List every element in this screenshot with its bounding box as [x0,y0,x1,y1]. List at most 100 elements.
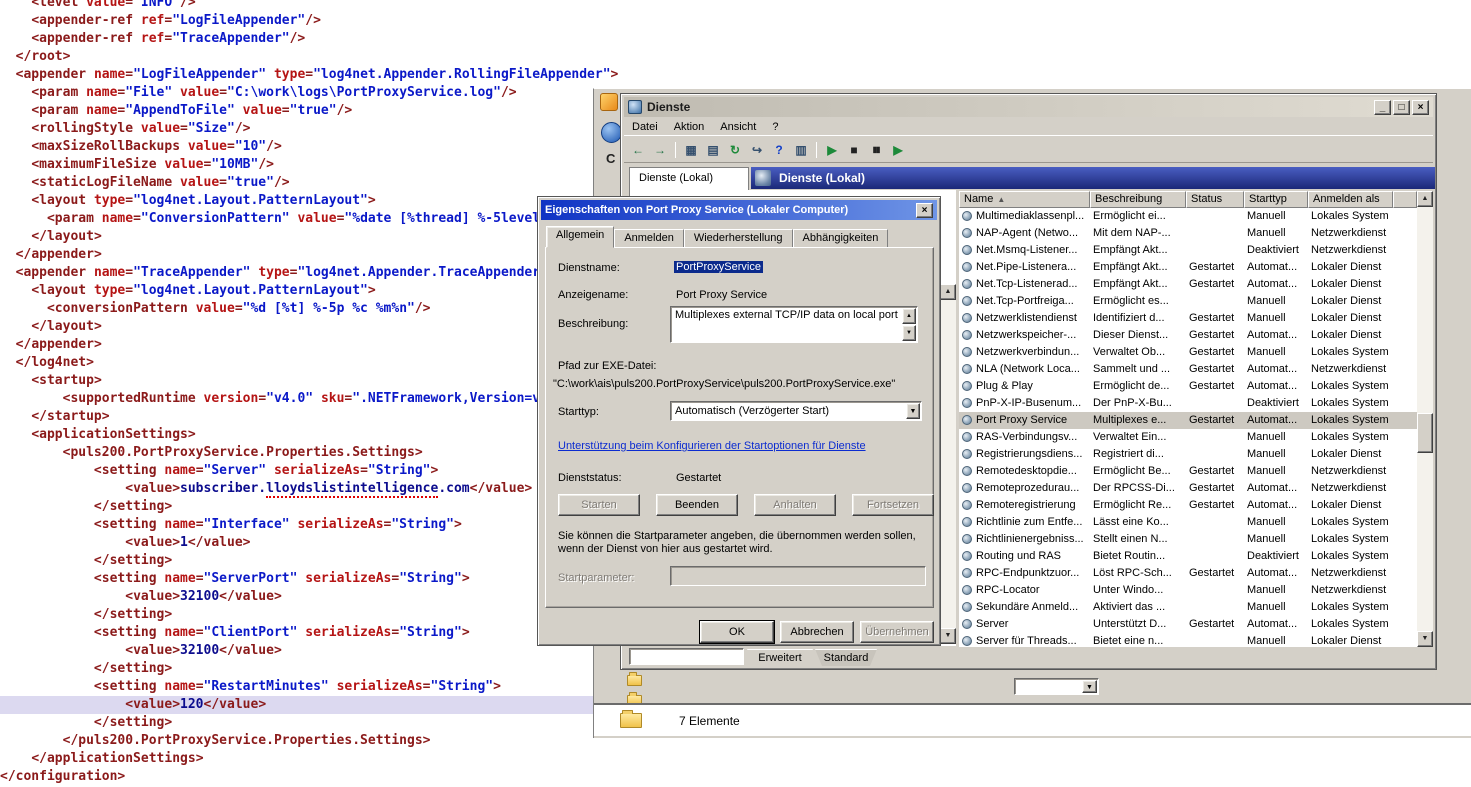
tab-erweitert[interactable]: Erweitert [747,649,813,666]
tab-allgemein[interactable]: Allgemein [546,226,614,248]
service-gear-icon [962,483,972,493]
service-row[interactable]: Net.Tcp-Listenerad...Empfängt Akt...Gest… [959,276,1417,293]
menu-ansicht[interactable]: Ansicht [712,121,764,133]
close-icon[interactable]: × [1412,100,1429,115]
folder-icon[interactable] [627,675,642,686]
tab-anmelden[interactable]: Anmelden [614,229,684,248]
abbrechen-button[interactable]: Abbrechen [780,621,854,643]
beenden-button[interactable]: Beenden [656,494,738,516]
service-row[interactable]: Netzwerkspeicher-...Dieser Dienst...Gest… [959,327,1417,344]
column-header-name[interactable]: Name▲ [959,191,1090,208]
dialog-titlebar[interactable]: Eigenschaften von Port Proxy Service (Lo… [541,200,937,220]
export-list-icon[interactable]: ▤ [703,140,723,160]
service-row[interactable]: Server für Threads...Bietet eine n...Man… [959,633,1417,647]
dropdown-arrow-icon[interactable]: ▼ [906,403,920,419]
fortsetzen-button[interactable]: Fortsetzen [852,494,934,516]
services-list-scrollbar[interactable]: ▲ ▼ [1417,191,1433,647]
code-editor[interactable]: <level value="INFO"/> <appender-ref ref=… [0,0,596,786]
service-row[interactable]: PnP-X-IP-Busenum...Der PnP-X-Bu...Deakti… [959,395,1417,412]
dienstname-value[interactable]: PortProxyService [674,261,763,273]
services-window-titlebar[interactable]: Dienste _ □ × [624,97,1433,117]
restart-service-icon[interactable]: ▶ [888,140,908,160]
service-row[interactable]: Net.Pipe-Listenera...Empfängt Akt...Gest… [959,259,1417,276]
service-row[interactable]: Richtlinienergebniss...Stellt einen N...… [959,531,1417,548]
starten-button[interactable]: Starten [558,494,640,516]
nav-circle-icon[interactable] [601,122,622,143]
menu-hilfe[interactable]: ? [764,121,786,133]
column-header-status[interactable]: Status [1186,191,1244,208]
service-row[interactable]: Multimediaklassenpl...Ermöglicht ei...Ma… [959,208,1417,225]
scroll-down-icon[interactable]: ▼ [940,628,956,644]
service-row[interactable]: Net.Msmq-Listener...Empfängt Akt...Deakt… [959,242,1417,259]
tab-wiederherstellung[interactable]: Wiederherstellung [684,229,793,248]
service-row[interactable]: Sekundäre Anmeld...Aktiviert das ...Manu… [959,599,1417,616]
dropdown-arrow-icon[interactable]: ▼ [1082,680,1097,693]
service-row[interactable]: Net.Tcp-Portfreiga...Ermöglicht es...Man… [959,293,1417,310]
startparameter-input[interactable] [670,566,926,586]
startoptionen-help-link[interactable]: Unterstützung beim Konfigurieren der Sta… [558,440,866,452]
start-service-icon[interactable]: ▶ [822,140,842,160]
service-row[interactable]: Routing und RASBietet Routin...Deaktivie… [959,548,1417,565]
service-row[interactable]: ServerUnterstützt D...GestartetAutomat..… [959,616,1417,633]
service-row[interactable]: Port Proxy ServiceMultiplexes e...Gestar… [959,412,1417,429]
code-line: </setting> [0,660,596,678]
pause-service-icon[interactable]: ▮▮ [866,140,886,160]
menu-datei[interactable]: Datei [624,121,666,133]
extended-pane-scrollbar[interactable]: ▲ ▼ [940,284,956,644]
code-line: <rollingStyle value="Size"/> [0,120,596,138]
show-console-tree-icon[interactable]: ▦ [681,140,701,160]
forward-icon[interactable]: → [650,140,670,160]
anhalten-button[interactable]: Anhalten [754,494,836,516]
service-row[interactable]: RemoteregistrierungErmöglicht Re...Gesta… [959,497,1417,514]
help-icon[interactable]: ? [769,140,789,160]
service-status-cell: Gestartet [1186,463,1244,480]
scroll-up-icon[interactable]: ▲ [1417,191,1433,207]
services-table-header: Name▲ Beschreibung Status Starttyp Anmel… [959,191,1417,208]
service-logon-cell: Lokales System [1308,412,1393,429]
column-header-beschreibung[interactable]: Beschreibung [1090,191,1186,208]
console-tree-tab[interactable]: Dienste (Lokal) [629,167,749,190]
column-header-anmelden[interactable]: Anmelden als [1308,191,1393,208]
properties-icon[interactable]: ▥ [791,140,811,160]
background-combobox[interactable]: ▼ [1014,678,1099,695]
ok-button[interactable]: OK [700,621,774,643]
service-startup-cell: Automat... [1244,497,1308,514]
service-row[interactable]: Remotedesktopdie...Ermöglicht Be...Gesta… [959,463,1417,480]
service-row[interactable]: RPC-Endpunktzuor...Löst RPC-Sch...Gestar… [959,565,1417,582]
service-row[interactable]: RPC-LocatorUnter Windo...ManuellNetzwerk… [959,582,1417,599]
service-row[interactable]: Remoteprozedurau...Der RPCSS-Di...Gestar… [959,480,1417,497]
service-row[interactable]: Plug & PlayErmöglicht de...GestartetAuto… [959,378,1417,395]
service-name-cell: RAS-Verbindungsv... [959,429,1090,446]
minimize-icon[interactable]: _ [1374,100,1391,115]
code-line: <supportedRuntime version="v4.0" sku=".N… [0,390,596,408]
scroll-down-icon[interactable]: ▼ [902,325,916,341]
close-icon[interactable]: × [916,203,933,218]
export-icon[interactable]: ↪ [747,140,767,160]
back-icon[interactable]: ← [628,140,648,160]
tab-abhaengigkeiten[interactable]: Abhängigkeiten [793,229,889,248]
service-row[interactable]: NetzwerklistendienstIdentifiziert d...Ge… [959,310,1417,327]
service-logon-cell: Lokales System [1308,378,1393,395]
scroll-down-icon[interactable]: ▼ [1417,631,1433,647]
service-row[interactable]: NAP-Agent (Netwo...Mit dem NAP-...Manuel… [959,225,1417,242]
maximize-icon[interactable]: □ [1393,100,1410,115]
tab-standard[interactable]: Standard [815,649,877,666]
service-row[interactable]: Netzwerkverbindun...Verwaltet Ob...Gesta… [959,344,1417,361]
service-row[interactable]: RAS-Verbindungsv...Verwaltet Ein...Manue… [959,429,1417,446]
startparameter-label: Startparameter: [558,572,634,584]
code-line: </setting> [0,606,596,624]
scroll-up-icon[interactable]: ▲ [902,308,916,324]
scroll-up-icon[interactable]: ▲ [940,284,956,300]
starttyp-combobox[interactable]: Automatisch (Verzögerter Start) ▼ [670,401,922,421]
column-header-starttyp[interactable]: Starttyp [1244,191,1308,208]
refresh-icon[interactable]: ↻ [725,140,745,160]
beschreibung-field[interactable]: Multiplexes external TCP/IP data on loca… [670,306,918,343]
stop-service-icon[interactable]: ■ [844,140,864,160]
bottom-filter-box[interactable] [629,648,744,665]
uebernehmen-button[interactable]: Übernehmen [860,621,934,643]
service-row[interactable]: Richtlinie zum Entfe...Lässt eine Ko...M… [959,514,1417,531]
menu-aktion[interactable]: Aktion [666,121,713,133]
service-row[interactable]: NLA (Network Loca...Sammelt und ...Gesta… [959,361,1417,378]
service-row[interactable]: Registrierungsdiens...Registriert di...M… [959,446,1417,463]
scrollbar-thumb[interactable] [1417,413,1433,453]
